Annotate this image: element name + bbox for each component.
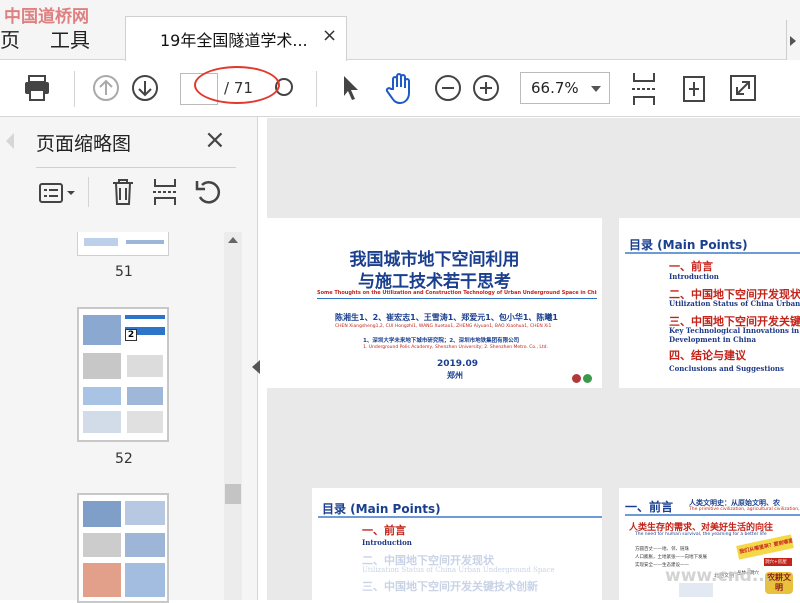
tag: 洞穴+房屋	[764, 558, 792, 566]
menu-bar: 页 工具 19年全国隧道学术... ×	[0, 0, 800, 61]
affiliation-en: 1. Underground Polis Academy, Shenzhen U…	[363, 345, 548, 350]
divider	[317, 298, 597, 299]
toc-item-en: Development in China	[669, 335, 757, 344]
thumbnail-page-52[interactable]: 2	[77, 307, 169, 442]
chevron-down-icon	[591, 86, 601, 92]
zoom-in-icon[interactable]	[472, 74, 500, 102]
panel-pointer-icon	[6, 133, 14, 149]
slide-header: 一、前言	[625, 500, 674, 514]
options-menu-icon[interactable]	[38, 181, 78, 205]
chevron-right-icon	[790, 36, 796, 46]
thumbnail-page-53[interactable]	[77, 493, 169, 603]
authors-en: CHEN Xiangsheng1,2, CUI Hongzhi1, WANG X…	[335, 324, 552, 329]
affiliation: 1、深圳大学未来地下城市研究院；2、深圳市地铁集团有限公司	[363, 338, 520, 344]
history-text-en: The primitive civilization, agricultural…	[689, 507, 800, 512]
tab-close-icon[interactable]: ×	[322, 25, 337, 46]
next-page-icon[interactable]	[131, 74, 159, 102]
toc-item-en: Key Technological Innovations in Urba	[669, 326, 800, 335]
hand-tool-icon[interactable]	[384, 71, 416, 105]
divider	[318, 516, 602, 518]
rotate-view-icon[interactable]	[680, 73, 708, 105]
menu-item-tools[interactable]: 工具	[50, 24, 90, 53]
logo-icon	[572, 374, 581, 383]
toc-item-en: Utilization Status of China Urban Underg…	[362, 566, 555, 574]
rotate-page-icon[interactable]	[194, 177, 222, 207]
panel-title: 页面缩略图	[36, 133, 132, 155]
thumbnail-page-51[interactable]	[77, 232, 169, 256]
separator	[88, 177, 89, 207]
thumbnail-page-number: 51	[115, 264, 133, 280]
thumbnail-page-number: 52	[115, 451, 133, 467]
print-icon[interactable]	[22, 73, 52, 103]
fit-page-icon[interactable]	[630, 71, 658, 107]
menu-item-page[interactable]: 页	[0, 24, 20, 53]
toc-item: 一、前言	[362, 524, 406, 537]
watermark-logo: 中国道桥网	[4, 7, 89, 27]
separator	[74, 71, 75, 107]
toc-item-en: Introduction	[669, 272, 719, 281]
separator	[316, 71, 317, 107]
toc-item: 三、中国地下空间开发关键技术创新	[362, 580, 538, 593]
annotation-oval	[194, 66, 280, 104]
toc-item-en: Utilization Status of China Urban U	[669, 299, 800, 308]
slide-header: 目录 (Main Points)	[322, 502, 441, 516]
scroll-up-icon[interactable]	[228, 237, 238, 243]
slide-1: 我国城市地下空间利用 与施工技术若干思考 Some Thoughts on th…	[267, 218, 602, 388]
select-cursor-icon[interactable]	[338, 73, 364, 105]
slide-header: 目录 (Main Points)	[629, 238, 748, 252]
zoom-select[interactable]: 66.7%	[520, 72, 610, 104]
bullet-line: 方圆百丈——地、邻、链珠	[635, 547, 689, 552]
watermark-url: www.cnd...	[665, 566, 772, 586]
toolbar: / 71 66.7%	[0, 61, 800, 117]
slide-place: 郑州	[447, 371, 463, 380]
toc-item-en: Introduction	[362, 538, 412, 547]
thumbnail-toolbar	[0, 165, 258, 215]
bullet-line: 人口膨胀，土地紧张——向地下发展	[635, 555, 707, 560]
tab-scroll-button[interactable]	[786, 20, 800, 60]
slide-date: 2019.09	[437, 359, 478, 369]
scrollbar-thumb[interactable]	[225, 484, 241, 504]
thumbnail-panel: 页面缩略图 × 51 2 52	[0, 117, 258, 603]
toc-item: 四、结论与建议	[669, 349, 746, 362]
divider	[625, 252, 800, 254]
toc-item-en: Conclusions and Suggestions	[669, 364, 784, 373]
tab-title: 19年全国隧道学术...	[160, 31, 308, 50]
divider	[625, 514, 800, 516]
logo-icon	[583, 374, 592, 383]
previous-page-icon[interactable]	[92, 74, 120, 102]
question-badge: 我们从哪里来？要到哪里去？	[736, 534, 794, 560]
collapse-panel-icon[interactable]	[252, 360, 260, 374]
delete-icon[interactable]	[110, 177, 136, 207]
full-screen-icon[interactable]	[728, 73, 758, 103]
zoom-out-icon[interactable]	[434, 74, 462, 102]
thumbnail-scrollbar[interactable]	[224, 232, 242, 600]
slide-2: 目录 (Main Points) 一、前言 Introduction 二、中国地…	[619, 218, 800, 388]
document-viewport[interactable]: 我国城市地下空间利用 与施工技术若干思考 Some Thoughts on th…	[267, 118, 800, 600]
slide-subtitle-en: The need for human survival, the yearnin…	[635, 532, 767, 537]
document-tab[interactable]: 19年全国隧道学术... ×	[125, 16, 347, 61]
crop-page-icon[interactable]	[152, 177, 178, 207]
zoom-value: 66.7%	[531, 79, 579, 97]
slide-subtitle: Some Thoughts on the Utilization and Con…	[317, 290, 597, 296]
slide-3: 目录 (Main Points) 一、前言 Introduction 二、中国地…	[312, 488, 602, 600]
slide-title-line2: 与施工技术若干思考	[358, 272, 511, 292]
authors: 陈湘生1、2、崔宏志1、王雪涛1、郑爱元1、包小华1、陈曦1	[335, 313, 558, 322]
panel-close-icon[interactable]: ×	[204, 125, 226, 155]
